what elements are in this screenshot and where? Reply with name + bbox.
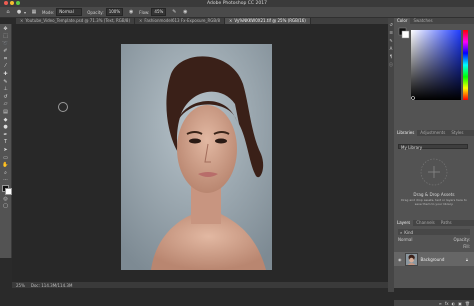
hand-tool[interactable]: ✋ <box>2 163 10 169</box>
layer-blend-controls: Normal Opacity: <box>398 237 470 242</box>
visibility-eye-icon[interactable]: ◉ <box>398 257 402 262</box>
layer-filter-kind[interactable]: Kind <box>404 230 413 235</box>
airbrush-icon[interactable]: ✎ <box>171 9 177 15</box>
layer-opacity-label[interactable]: Opacity: <box>454 237 470 242</box>
tab-color[interactable]: Color <box>394 18 411 24</box>
rectangle-tool[interactable]: ▭ <box>2 155 10 161</box>
info-icon[interactable]: ⓘ <box>389 62 394 67</box>
layers-footer: ∞ fx ◐ ▣ 🗑︎ <box>394 300 474 306</box>
options-bar: ⌂ ● ▾ ▦ Mode: Normal Opacity: 100% ◉ Flow: 4… <box>0 7 474 18</box>
history-icon[interactable]: ↺ <box>389 22 394 27</box>
layer-blend-mode[interactable]: Normal <box>398 237 412 242</box>
gradient-tool[interactable]: ▤ <box>2 110 10 116</box>
pen-tool[interactable]: ✒ <box>2 132 10 138</box>
type-tool[interactable]: T <box>2 140 10 146</box>
tab-channels[interactable]: Channels <box>413 220 438 226</box>
brush-preset-icon[interactable]: ● <box>16 9 22 15</box>
blur-tool[interactable]: ◆ <box>2 117 10 123</box>
eyedropper-tool[interactable]: ⁄ <box>2 64 10 70</box>
search-icon: ⌕ <box>400 229 403 235</box>
opacity-label: Opacity: <box>87 9 104 15</box>
lock-icon: 🔒︎ <box>465 256 468 262</box>
libraries-panel-tabs: Libraries Adjustments Styles <box>394 130 474 136</box>
tools-panel: ✥ ⬚ ➰ ✐ ⌗ ⁄ ✚ ✎ ⊥ ↺ ▱ ▤ ◆ ● ✒ T ➤ ▭ ✋ ⌕ … <box>0 24 12 258</box>
drag-drop-icon <box>420 158 448 186</box>
color-field[interactable] <box>397 26 471 126</box>
tab-label: Youtube_Video_Template.psd @ 71.3% (Text… <box>25 18 131 23</box>
brush-settings-icon[interactable]: ✎ <box>389 38 394 43</box>
paragraph-icon[interactable]: ¶ <box>389 54 394 59</box>
properties-icon[interactable]: ☰ <box>389 30 394 35</box>
quick-mask-icon[interactable]: ◎ <box>2 196 10 202</box>
tab-swatches[interactable]: Swatches <box>410 18 435 24</box>
doc-size: Doc: 114.3M/114.3M <box>30 282 73 288</box>
healing-tool[interactable]: ✚ <box>2 72 10 78</box>
character-icon[interactable]: A <box>389 46 394 51</box>
layers-panel-tabs: Layers Channels Paths <box>394 220 474 226</box>
tab-libraries[interactable]: Libraries <box>394 130 418 136</box>
brush-tool[interactable]: ✎ <box>2 79 10 85</box>
mode-select[interactable]: Normal <box>56 8 83 16</box>
more-tools[interactable]: ··· <box>2 178 10 184</box>
tab-adjustments[interactable]: Adjustments <box>417 130 448 136</box>
flow-label: Flow: <box>139 9 150 15</box>
zoom-tool[interactable]: ⌕ <box>2 170 10 176</box>
hue-slider[interactable] <box>463 30 468 100</box>
tab-layers[interactable]: Layers <box>394 220 414 226</box>
brush-size-dropdown[interactable]: ▾ <box>24 10 26 15</box>
background-chip[interactable] <box>401 30 410 39</box>
flow-field[interactable]: 45% <box>151 8 167 16</box>
color-swatches[interactable] <box>1 185 12 196</box>
layer-fill-label[interactable]: Fill: <box>463 244 470 249</box>
quick-select-tool[interactable]: ✐ <box>2 49 10 55</box>
lasso-tool[interactable]: ➰ <box>2 41 10 47</box>
app-title: Adobe Photoshop CC 2017 <box>207 0 267 6</box>
drag-drop-description: Drag and drop assets, text or layers her… <box>401 198 467 206</box>
close-icon[interactable]: × <box>139 18 142 23</box>
opacity-field[interactable]: 100% <box>105 8 124 16</box>
link-layers-icon[interactable]: ∞ <box>439 301 442 306</box>
pressure-size-icon[interactable]: ◉ <box>182 9 188 15</box>
marquee-tool[interactable]: ⬚ <box>2 34 10 40</box>
background-color[interactable] <box>4 188 12 196</box>
tab-styles[interactable]: Styles <box>448 130 466 136</box>
layer-lock-controls: Fill: <box>398 244 470 249</box>
add-mask-icon[interactable]: ◐ <box>452 301 456 306</box>
crop-tool[interactable]: ⌗ <box>2 56 10 62</box>
clone-stamp-tool[interactable]: ⊥ <box>2 87 10 93</box>
right-panels: Color Swatches Libraries Adjustments Sty… <box>394 18 474 306</box>
layer-thumbnail <box>404 252 418 266</box>
brush-cursor <box>58 102 68 112</box>
layer-style-icon[interactable]: fx <box>445 301 449 306</box>
screen-mode-icon[interactable]: ▢ <box>2 204 10 210</box>
tab-label: Vy%NKKW0X21.tif @ 25% (RGB/16) <box>234 18 306 23</box>
trash-icon[interactable]: 🗑︎ <box>465 301 470 306</box>
status-bar: 25% Doc: 114.3M/114.3M <box>12 282 392 288</box>
drag-drop-title: Drag & Drop Assets <box>413 192 455 197</box>
zoom-level[interactable]: 25% <box>16 283 25 288</box>
portrait-image <box>121 44 272 270</box>
layer-row-background[interactable]: ◉ Background 🔒︎ <box>394 252 474 266</box>
document-image[interactable] <box>121 44 272 270</box>
brush-panel-icon[interactable]: ▦ <box>31 9 37 15</box>
move-tool[interactable]: ✥ <box>2 26 10 32</box>
layer-filter[interactable]: ⌕ Kind <box>398 229 470 235</box>
home-icon[interactable]: ⌂ <box>5 9 11 15</box>
layer-name[interactable]: Background <box>421 257 445 262</box>
tab-paths[interactable]: Paths <box>438 220 455 226</box>
library-select[interactable]: My Library <box>398 144 468 150</box>
new-layer-icon[interactable]: ▣ <box>458 301 462 306</box>
path-select-tool[interactable]: ➤ <box>2 148 10 154</box>
history-brush-tool[interactable]: ↺ <box>2 94 10 100</box>
pressure-opacity-icon[interactable]: ◉ <box>128 9 134 15</box>
mode-label: Mode: <box>42 9 55 15</box>
close-icon[interactable]: × <box>20 18 23 23</box>
eraser-tool[interactable]: ▱ <box>2 102 10 108</box>
dodge-tool[interactable]: ● <box>2 125 10 131</box>
tab-label: Fashionmodel613 Fx-Exposure_RGB/8 <box>144 18 221 23</box>
color-picker[interactable] <box>397 26 471 126</box>
title-bar: Adobe Photoshop CC 2017 <box>0 0 474 7</box>
color-panel-tabs: Color Swatches <box>394 18 474 24</box>
close-icon[interactable]: × <box>229 18 232 23</box>
